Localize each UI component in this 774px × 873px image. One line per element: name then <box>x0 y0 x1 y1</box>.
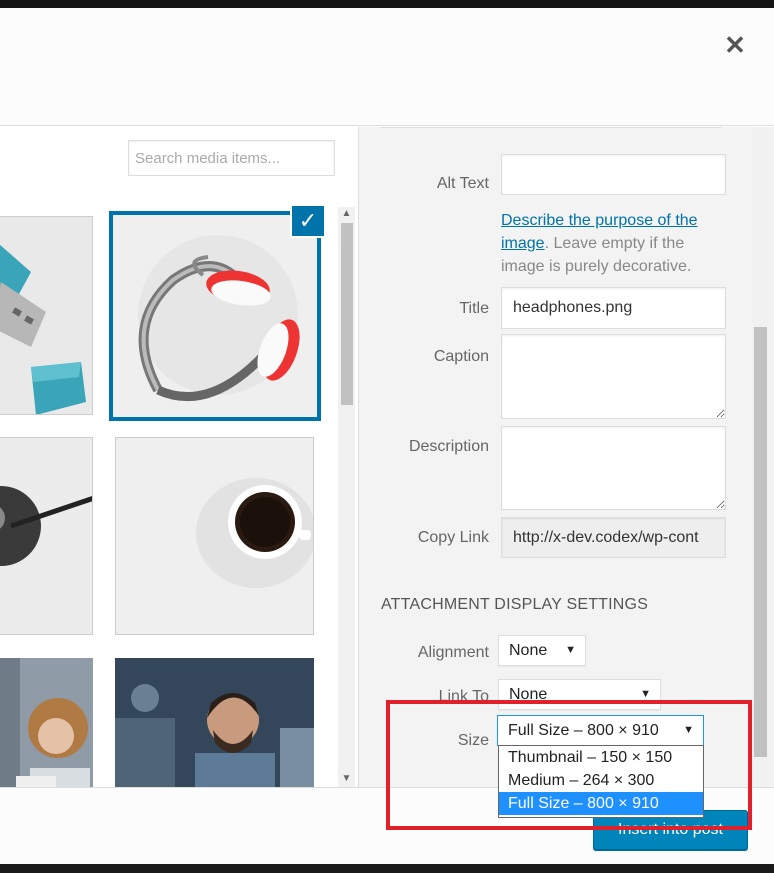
thumbnail-headphones[interactable] <box>109 211 321 421</box>
alignment-value: None <box>509 642 548 659</box>
alignment-select[interactable]: None ▼ <box>498 635 586 666</box>
annotation-highlight-box <box>386 700 752 830</box>
attachment-details-sidebar: Alt Text Describe the purpose of the ima… <box>358 127 774 787</box>
caption-label: Caption <box>433 348 489 365</box>
title-input[interactable] <box>501 287 726 329</box>
scroll-up-arrow[interactable]: ▲ <box>338 208 355 219</box>
woman-portrait-image <box>0 658 93 787</box>
description-textarea[interactable] <box>501 426 726 510</box>
cable-image <box>0 438 92 634</box>
alt-text-help: Describe the purpose of the image. Leave… <box>501 209 726 278</box>
alt-text-label: Alt Text <box>436 175 489 192</box>
coffee-cup-image <box>116 438 313 634</box>
backdrop-top <box>0 0 774 8</box>
title-label: Title <box>459 300 489 317</box>
headphones-image <box>113 215 317 417</box>
display-settings-title: Attachment Display Settings <box>381 596 649 613</box>
chevron-down-icon: ▼ <box>565 644 576 656</box>
caption-textarea[interactable] <box>501 334 726 419</box>
sidebar-scrollbar-thumb[interactable] <box>754 327 767 757</box>
media-scrollbar-thumb[interactable] <box>341 223 353 405</box>
selected-check-icon[interactable]: ✓ <box>290 204 326 238</box>
copy-link-field[interactable]: http://x-dev.codex/wp-cont <box>501 517 726 558</box>
thumbnail-woman-portrait[interactable] <box>0 658 93 787</box>
thumbnail-usb-drive[interactable] <box>0 216 93 415</box>
scroll-down-arrow[interactable]: ▼ <box>338 773 355 784</box>
description-label: Description <box>408 438 489 455</box>
modal-header: ✕ <box>0 8 774 126</box>
usb-drive-image <box>0 217 92 414</box>
close-icon[interactable]: ✕ <box>720 30 750 60</box>
media-browser: ✓ <box>0 127 358 787</box>
alignment-label: Alignment <box>417 644 489 661</box>
man-smiling-image <box>115 658 314 787</box>
backdrop-bottom <box>0 864 774 873</box>
thumbnail-man-smiling[interactable] <box>115 658 314 787</box>
copy-link-label: Copy Link <box>417 529 489 546</box>
thumbnail-cable[interactable] <box>0 437 93 635</box>
divider <box>381 127 721 128</box>
search-input[interactable] <box>128 140 335 176</box>
thumbnail-coffee-cup[interactable] <box>115 437 314 635</box>
alt-text-input[interactable] <box>501 154 726 195</box>
